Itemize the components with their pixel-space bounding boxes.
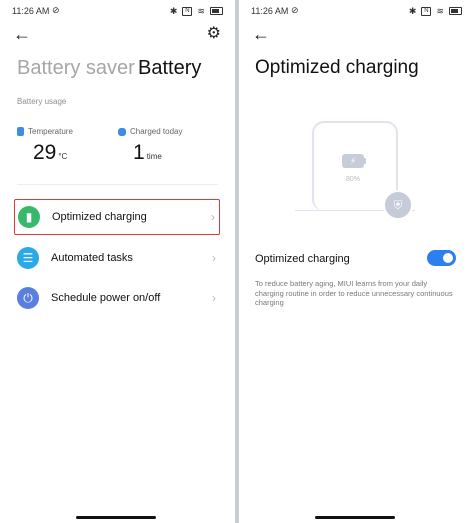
home-indicator[interactable] bbox=[76, 516, 156, 519]
tab-battery[interactable]: Battery bbox=[138, 57, 201, 80]
status-bar: 11:26 AM ⊘ ✱ N ≋ bbox=[12, 5, 223, 18]
charged-today-unit: time bbox=[146, 152, 162, 161]
toggle-knob bbox=[443, 253, 453, 263]
wifi-icon: ≋ bbox=[436, 6, 444, 16]
temperature-label-text: Temperature bbox=[28, 127, 73, 136]
chevron-right-icon: › bbox=[212, 291, 216, 305]
optimized-charging-toggle[interactable] bbox=[427, 250, 456, 266]
wifi-icon: ≋ bbox=[197, 6, 205, 16]
home-indicator[interactable] bbox=[315, 516, 395, 519]
shield-icon: ⛨ bbox=[383, 190, 413, 220]
bolt-icon: ⚡ bbox=[349, 155, 357, 166]
menu-item-label: Schedule power on/off bbox=[51, 292, 161, 304]
menu-item-schedule-power[interactable]: ⏻ Schedule power on/off › bbox=[14, 280, 220, 316]
charged-today-number: 1 bbox=[133, 141, 145, 164]
charged-today-label: Charged today bbox=[118, 127, 182, 136]
temperature-number: 29 bbox=[33, 141, 57, 164]
optimized-charging-screen: 11:26 AM ⊘ ✱ N ≋ ← Optimized charging ⚡ … bbox=[239, 0, 474, 523]
charged-today-value: 1 time bbox=[133, 141, 162, 165]
battery-tip bbox=[364, 158, 366, 164]
battery-status-icon bbox=[210, 7, 223, 15]
thermometer-icon bbox=[17, 127, 24, 136]
charged-today-label-text: Charged today bbox=[130, 127, 183, 136]
nfc-icon: N bbox=[421, 6, 432, 16]
settings-gear-icon[interactable]: ⚙ bbox=[207, 26, 221, 42]
temperature-label: Temperature bbox=[17, 127, 73, 136]
battery-status-icon bbox=[449, 7, 462, 15]
charge-icon bbox=[118, 127, 126, 136]
back-icon[interactable]: ← bbox=[13, 25, 31, 43]
divider bbox=[17, 184, 218, 185]
power-icon: ⏻ bbox=[17, 287, 39, 309]
battery-doc-icon: ▮ bbox=[18, 206, 40, 228]
mute-icon: ⊘ bbox=[291, 5, 299, 15]
battery-screen: 11:26 AM ⊘ ✱ N ≋ ← ⚙ Battery saver Batte… bbox=[0, 0, 235, 523]
menu-item-automated-tasks[interactable]: ☰ Automated tasks › bbox=[14, 240, 220, 276]
status-icons: ✱ N ≋ bbox=[409, 6, 462, 16]
status-icons: ✱ N ≋ bbox=[170, 6, 223, 16]
menu-item-label: Optimized charging bbox=[52, 211, 147, 223]
status-time: 11:26 AM bbox=[12, 6, 50, 16]
charging-battery-icon: ⚡ bbox=[342, 154, 364, 168]
status-time: 11:26 AM bbox=[251, 6, 289, 16]
menu-item-optimized-charging[interactable]: ▮ Optimized charging › bbox=[14, 199, 220, 235]
page-title: Optimized charging bbox=[255, 57, 419, 78]
bluetooth-icon: ✱ bbox=[169, 6, 178, 16]
section-label-battery-usage: Battery usage bbox=[17, 97, 67, 106]
temperature-value: 29 °C bbox=[33, 141, 67, 165]
chevron-right-icon: › bbox=[211, 210, 215, 224]
status-bar: 11:26 AM ⊘ ✱ N ≋ bbox=[251, 5, 462, 18]
optimized-charging-toggle-label: Optimized charging bbox=[255, 253, 350, 265]
battery-percent: 80% bbox=[346, 176, 361, 183]
clipboard-icon: ☰ bbox=[17, 247, 39, 269]
bluetooth-icon: ✱ bbox=[408, 6, 417, 16]
optimized-charging-description: To reduce battery aging, MIUI learns fro… bbox=[255, 279, 453, 307]
back-icon[interactable]: ← bbox=[252, 25, 270, 43]
shield-glyph: ⛨ bbox=[393, 197, 403, 212]
tab-battery-saver[interactable]: Battery saver bbox=[17, 57, 135, 80]
mute-icon: ⊘ bbox=[52, 5, 60, 15]
chevron-right-icon: › bbox=[212, 251, 216, 265]
menu-item-label: Automated tasks bbox=[51, 252, 133, 264]
nfc-icon: N bbox=[182, 6, 193, 16]
temperature-unit: °C bbox=[58, 152, 68, 161]
